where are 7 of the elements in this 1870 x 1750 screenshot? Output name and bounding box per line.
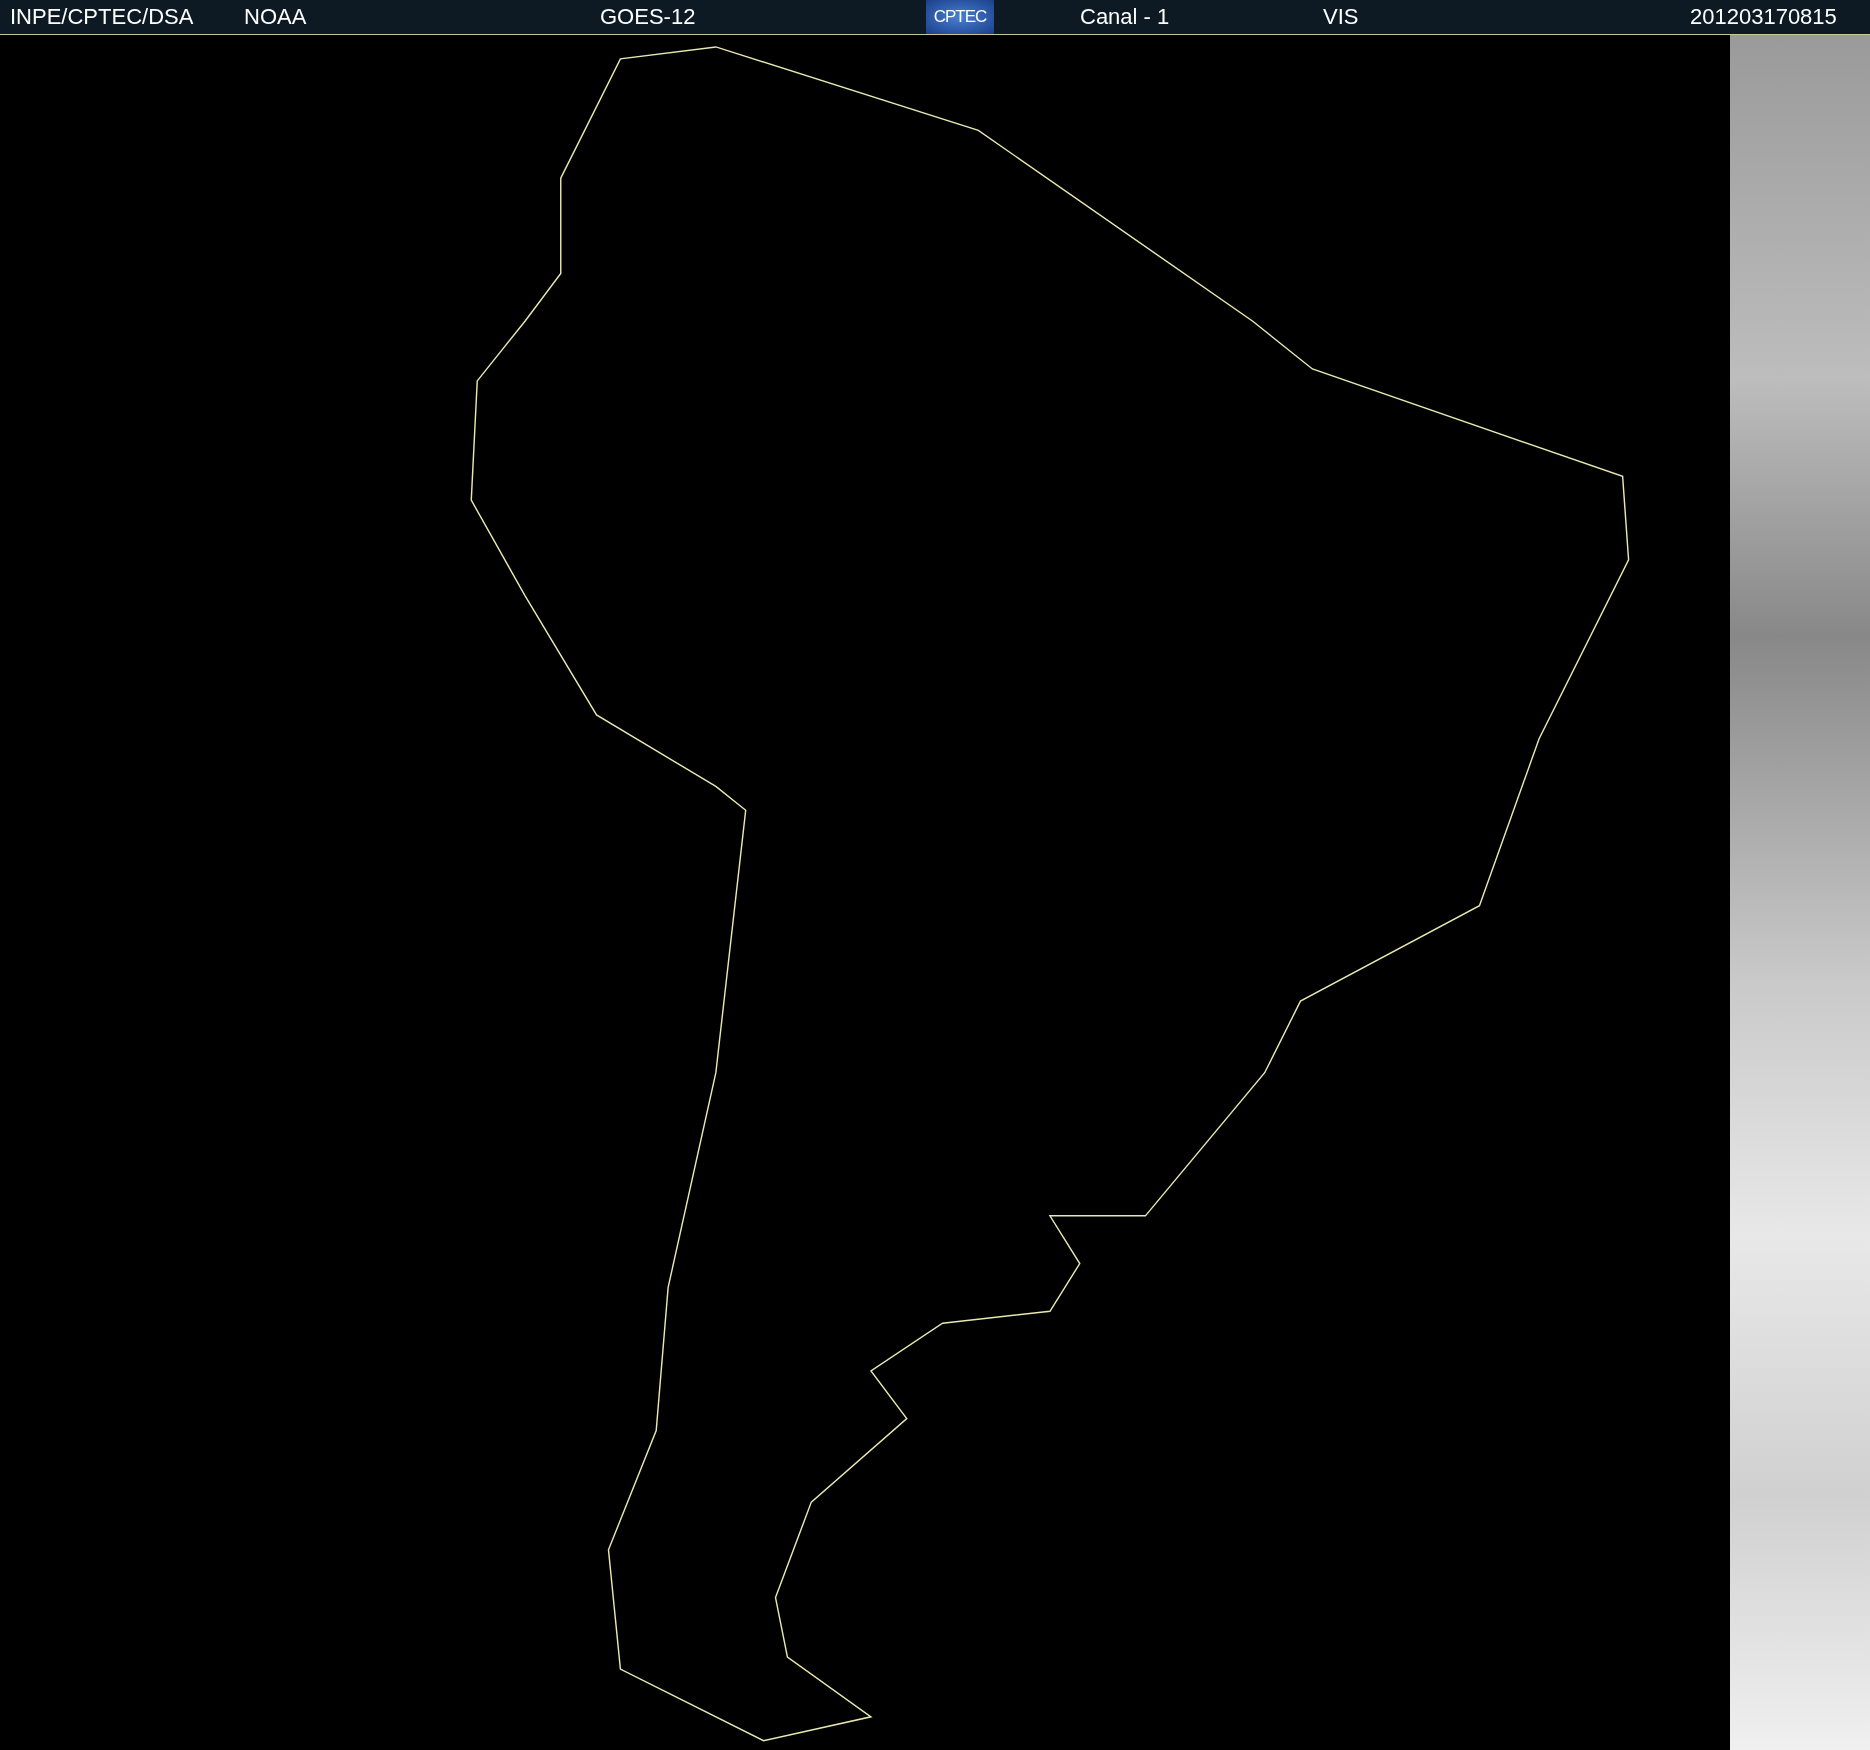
header-label: NOAA <box>244 4 307 30</box>
header-label: Canal - 1 <box>1080 4 1170 30</box>
header-label: INPE/CPTEC/DSA <box>10 4 194 30</box>
header-label: GOES-12 <box>600 4 696 30</box>
header-label: 201203170815 <box>1690 4 1837 30</box>
header-label: VIS <box>1323 4 1359 30</box>
logo: CPTEC <box>926 0 994 34</box>
